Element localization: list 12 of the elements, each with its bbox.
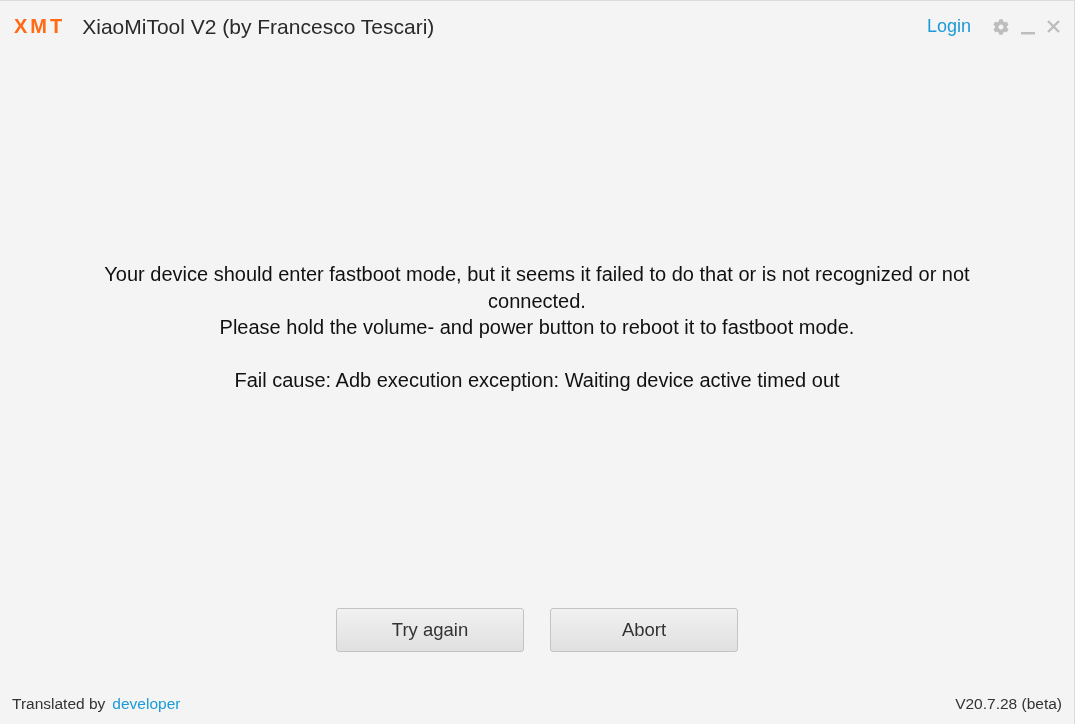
version-text: V20.7.28 (beta) [955, 695, 1062, 713]
close-icon[interactable] [1047, 20, 1060, 33]
action-button[interactable]: Try again [336, 608, 524, 652]
message-text: Please hold the volume- and power button to reboot it to fastboot mode. [219, 315, 855, 340]
translated-by-label: Translated by [12, 695, 106, 713]
action-button[interactable]: Abort [550, 608, 738, 652]
message-text: Your device should enter fastboot mode, but it seems it failed to do that or is not recognized or not connected. [103, 262, 971, 314]
settings-icon[interactable] [993, 18, 1009, 35]
app-logo: XMT [14, 15, 66, 38]
minimize-icon[interactable] [1021, 31, 1035, 35]
fail-cause-text: Fail cause: Adb execution exception: Waiting device active timed out [234, 367, 840, 393]
window-title: XiaoMiTool V2 (by Francesco Tescari) [82, 14, 435, 39]
